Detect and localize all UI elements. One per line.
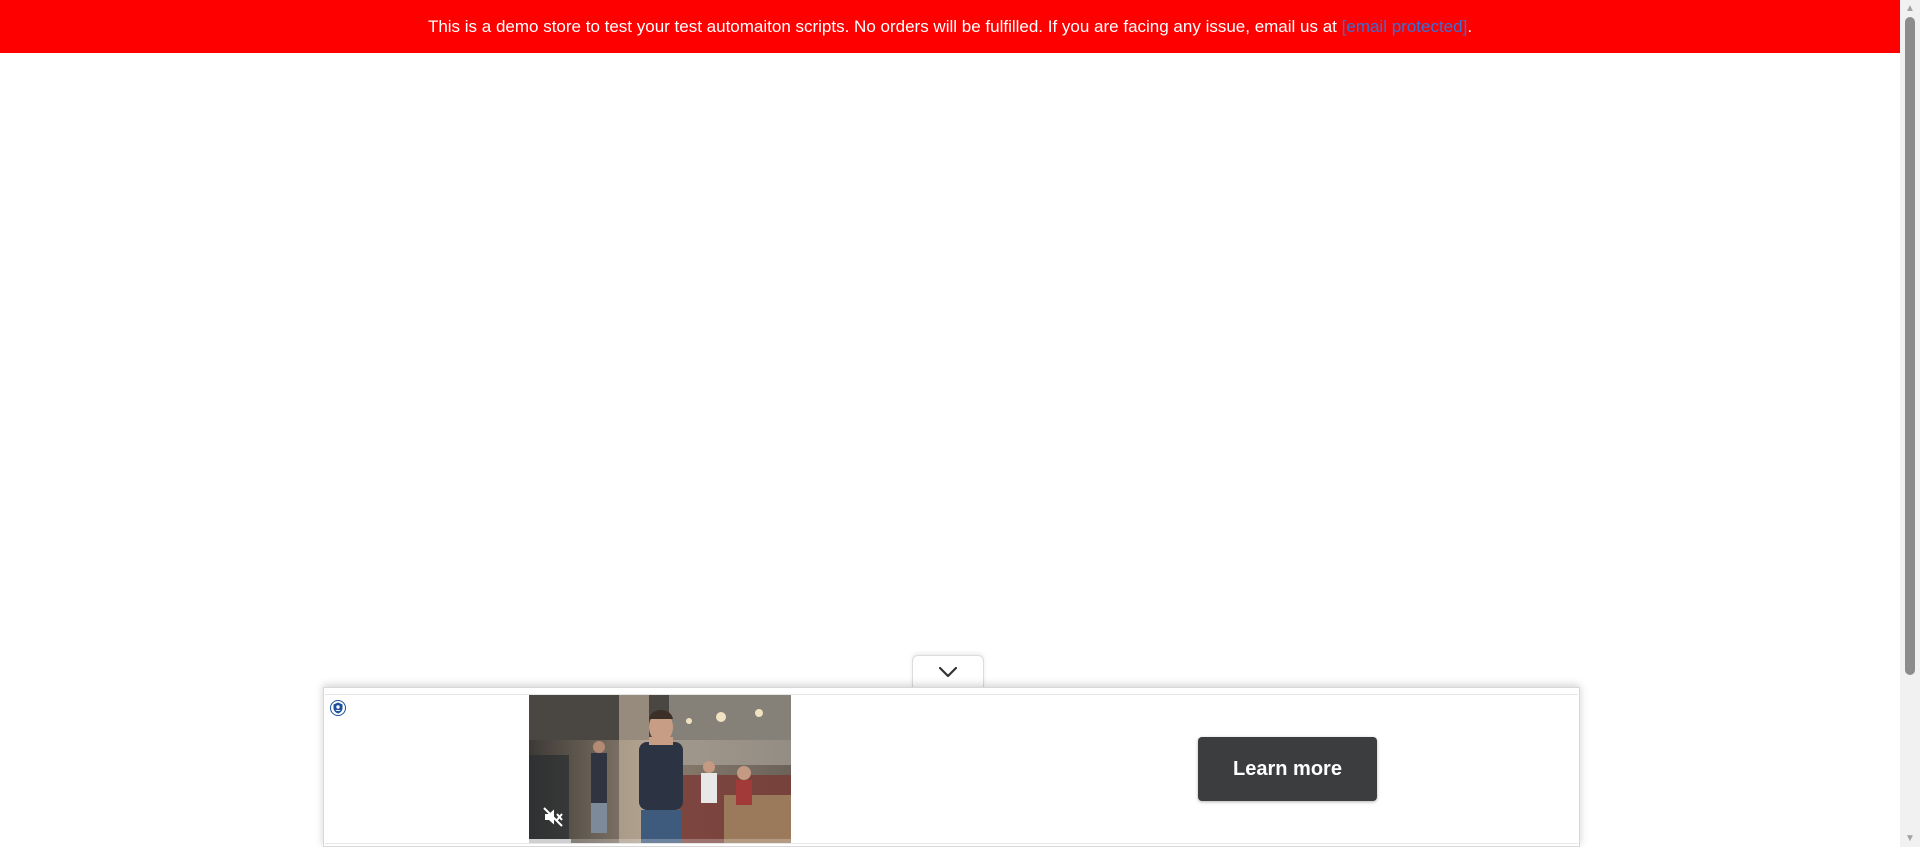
mute-icon[interactable] [541, 805, 565, 829]
video-progress-bar[interactable] [529, 839, 791, 843]
ad-video-frame [529, 695, 791, 843]
chevron-down-icon [938, 666, 958, 678]
scroll-thumb[interactable] [1905, 17, 1915, 675]
video-progress-fill [529, 839, 571, 843]
scroll-down-arrow-icon[interactable]: ▼ [1900, 830, 1920, 847]
ad-content: Learn more [325, 694, 1578, 844]
scroll-up-arrow-icon[interactable]: ▲ [1900, 0, 1920, 17]
demo-store-banner: This is a demo store to test your test a… [0, 0, 1900, 53]
banner-email-link[interactable]: [email protected] [1342, 17, 1468, 37]
vertical-scrollbar[interactable]: ▲ ▼ [1900, 0, 1920, 847]
adchoices-icon[interactable] [330, 700, 346, 716]
learn-more-button[interactable]: Learn more [1198, 737, 1377, 801]
banner-suffix: . [1467, 16, 1473, 36]
bottom-ad-banner: Learn more [323, 687, 1580, 847]
banner-text: This is a demo store to test your test a… [427, 16, 1337, 36]
ad-collapse-button[interactable] [912, 655, 984, 688]
ad-video-player[interactable] [529, 695, 791, 843]
